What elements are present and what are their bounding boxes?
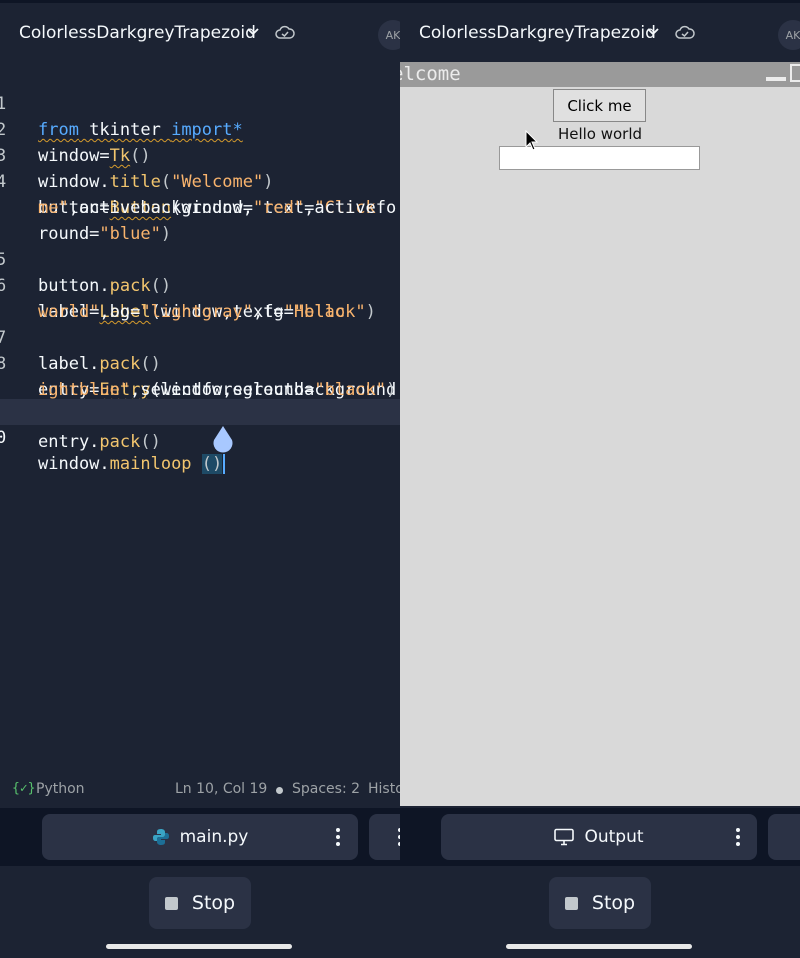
tk-titlebar[interactable]: elcome [400, 62, 800, 87]
code-function: mainloop [109, 454, 192, 474]
tk-window-title: elcome [400, 63, 461, 85]
dot-icon [276, 787, 283, 794]
code-line-wrap[interactable]: ightblue",selectforeground="black") [0, 351, 400, 400]
tab-bar: main.py [0, 808, 400, 866]
code-line[interactable]: 1 from tkinter import* [0, 65, 400, 140]
cloud-check-icon[interactable] [275, 25, 295, 41]
status-bar: {✓} Python Ln 10, Col 19 Spaces: 2 Histo [0, 772, 400, 808]
maximize-icon[interactable] [790, 64, 800, 82]
stop-icon [164, 896, 178, 910]
chevron-down-icon[interactable] [246, 26, 260, 38]
avatar[interactable]: AK [378, 20, 400, 50]
code-line[interactable]: 6 label=Label(window,text="Hello [0, 247, 400, 322]
stop-button[interactable]: Stop [549, 877, 651, 929]
code-line-active[interactable]: 0 window.mainloop () [0, 399, 400, 474]
monitor-icon [554, 828, 575, 846]
tab-output[interactable]: Output [441, 814, 757, 860]
run-bar: Stop [0, 866, 400, 958]
code-text: window. [38, 454, 110, 474]
repl-header: ColorlessDarkgreyTrapezoid AK [400, 0, 800, 65]
home-indicator[interactable] [106, 944, 292, 949]
code-line-wrap[interactable]: me",activebackground="red",activefo [0, 169, 400, 218]
code-text: () [140, 432, 161, 452]
click-me-button[interactable]: Click me [553, 89, 646, 122]
code-line[interactable]: 2 window=Tk() [0, 91, 400, 166]
avatar[interactable]: AK [778, 20, 800, 50]
selected-text: () [201, 454, 223, 474]
hello-label: Hello world [557, 125, 643, 143]
tab-bar: Output [400, 808, 800, 866]
tab-label: Output [584, 827, 644, 847]
repl-header: ColorlessDarkgreyTrapezoid AK [0, 0, 400, 65]
code-function: pack [99, 432, 141, 452]
home-indicator[interactable] [506, 944, 692, 949]
tab-more[interactable] [768, 814, 800, 860]
output-pane: ColorlessDarkgreyTrapezoid AK elcome Cli… [400, 0, 800, 958]
tk-window[interactable]: elcome Click me Hello world [400, 62, 800, 806]
stop-button[interactable]: Stop [149, 877, 251, 929]
python-icon [152, 829, 169, 845]
code-line[interactable]: 7 label.pack() [0, 299, 400, 374]
code-line[interactable]: 3 window.title("Welcome") [0, 117, 400, 192]
more-options-icon[interactable] [736, 828, 740, 846]
code-line[interactable]: 8 entry=Entry(window,selectbackground [0, 325, 400, 400]
code-line[interactable]: 4 button=Button(window, text="Click [0, 143, 400, 218]
history-button[interactable]: Histo [368, 781, 400, 797]
more-options-icon[interactable] [336, 828, 340, 846]
line-number: 0 [0, 428, 7, 448]
text-caret [223, 454, 226, 474]
repl-name[interactable]: ColorlessDarkgreyTrapezoid [419, 23, 656, 43]
stop-icon [564, 896, 578, 910]
stop-label: Stop [591, 892, 636, 914]
run-bar: Stop [400, 866, 800, 958]
python-lang-icon: {✓} [12, 781, 36, 796]
tab-more[interactable] [369, 814, 400, 860]
code-line[interactable]: 5 button.pack() [0, 221, 400, 296]
cloud-check-icon[interactable] [675, 25, 695, 41]
language-label[interactable]: Python [36, 781, 85, 797]
cursor-position[interactable]: Ln 10, Col 19 [175, 781, 267, 797]
stop-label: Stop [191, 892, 236, 914]
indent-setting[interactable]: Spaces: 2 [292, 781, 360, 797]
editor-pane: ColorlessDarkgreyTrapezoid AK 1 from tki… [0, 0, 400, 958]
tab-main-py[interactable]: main.py [42, 814, 358, 860]
mouse-pointer-icon [525, 130, 539, 151]
minimize-icon[interactable] [766, 77, 786, 81]
code-line-wrap[interactable]: round="blue") [0, 195, 400, 244]
selection-handle-icon[interactable] [210, 424, 236, 454]
chevron-down-icon[interactable] [646, 26, 660, 38]
code-editor[interactable]: 1 from tkinter import* 2 window=Tk() 3 w… [0, 62, 400, 772]
tab-label: main.py [179, 827, 249, 847]
code-line-wrap[interactable]: world",bg="lightgray",fg="black") [0, 273, 400, 322]
repl-name[interactable]: ColorlessDarkgreyTrapezoid [19, 23, 256, 43]
